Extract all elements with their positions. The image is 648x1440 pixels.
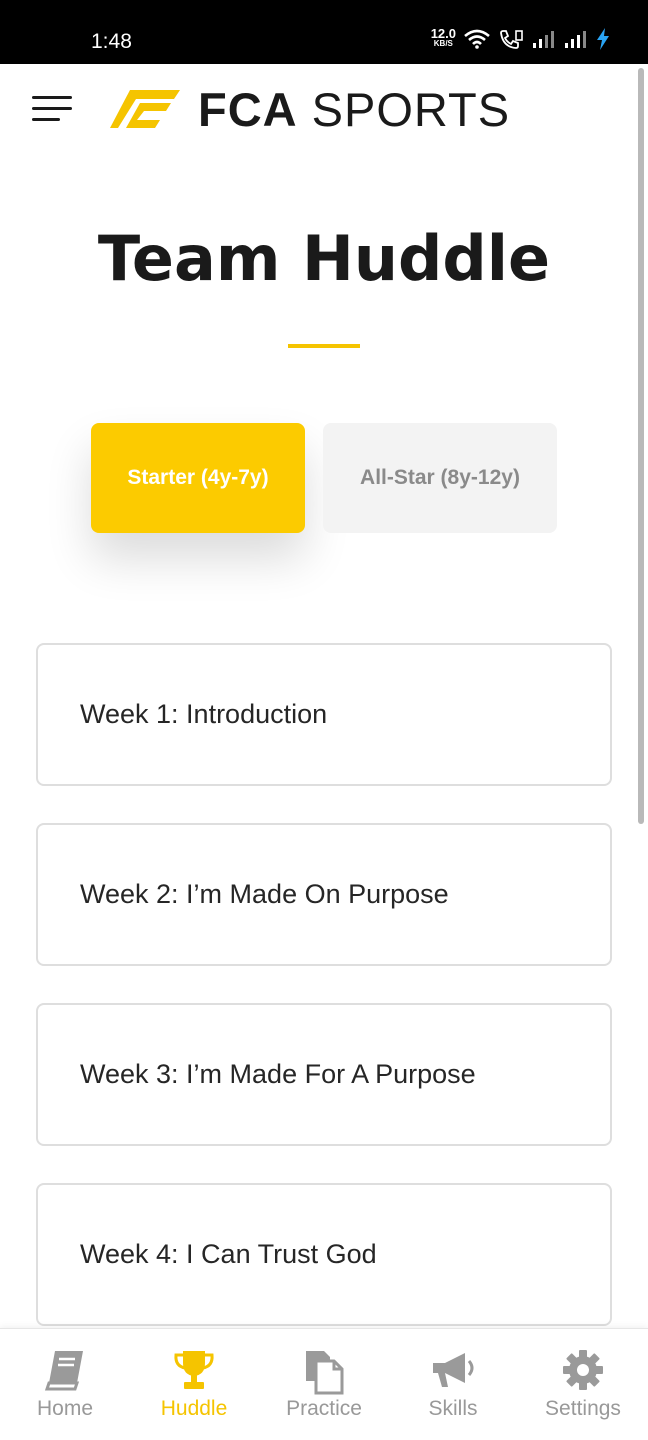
nav-label-practice: Practice: [286, 1397, 362, 1420]
app-header: FCA SPORTS: [0, 64, 648, 156]
network-speed-value: 12.0: [430, 26, 456, 41]
week-label: Week 2: I’m Made On Purpose: [80, 879, 449, 909]
page-title: Team Huddle: [97, 222, 551, 295]
week-label: Week 3: I’m Made For A Purpose: [80, 1059, 476, 1089]
tab-all-star[interactable]: All-Star (8y-12y): [323, 423, 557, 533]
tab-starter[interactable]: Starter (4y-7y): [91, 423, 305, 533]
network-speed-unit: KB/S: [433, 39, 453, 48]
nav-item-home[interactable]: Home: [10, 1329, 120, 1440]
nav-label-huddle: Huddle: [160, 1397, 228, 1420]
megaphone-icon: [433, 1353, 474, 1387]
wifi-icon: [464, 29, 490, 49]
volte-icon: [500, 30, 523, 49]
list-item-week-1[interactable]: Week 1: Introduction: [36, 643, 612, 786]
title-underline: [288, 344, 360, 348]
fca-logo-mark-icon: [110, 90, 180, 128]
gear-icon: [563, 1350, 603, 1390]
scrollbar[interactable]: [638, 68, 644, 824]
logo-text-light: SPORTS: [311, 82, 511, 136]
trophy-icon: [174, 1351, 214, 1389]
bottom-navigation: Home Huddle Practice Skills Settings: [0, 1328, 648, 1440]
nav-item-practice[interactable]: Practice: [269, 1329, 379, 1440]
fca-sports-logo: FCA SPORTS: [110, 82, 510, 137]
signal-icon: [565, 31, 586, 48]
logo-text-bold: FCA: [198, 82, 298, 136]
week-label: Week 4: I Can Trust God: [80, 1239, 377, 1269]
signal-icon: [533, 31, 554, 48]
network-speed: 12.0 KB/S: [430, 26, 456, 49]
nav-label-skills: Skills: [428, 1397, 478, 1420]
status-icons: 12.0 KB/S: [430, 26, 610, 50]
nav-item-huddle[interactable]: Huddle: [139, 1329, 249, 1440]
logo-text: FCA SPORTS: [198, 82, 510, 137]
book-icon: [44, 1351, 83, 1391]
nav-item-settings[interactable]: Settings: [528, 1329, 638, 1440]
status-bar: 1:48 12.0 KB/S: [0, 0, 648, 64]
list-item-week-3[interactable]: Week 3: I’m Made For A Purpose: [36, 1003, 612, 1146]
list-item-week-4[interactable]: Week 4: I Can Trust God: [36, 1183, 612, 1326]
week-label: Week 1: Introduction: [80, 699, 328, 729]
nav-item-skills[interactable]: Skills: [398, 1329, 508, 1440]
nav-label-home: Home: [36, 1397, 94, 1420]
status-time: 1:48: [91, 30, 132, 53]
documents-icon: [306, 1351, 344, 1395]
hamburger-menu-icon[interactable]: [32, 94, 74, 122]
charging-bolt-icon: [597, 28, 609, 50]
list-item-week-2[interactable]: Week 2: I’m Made On Purpose: [36, 823, 612, 966]
nav-label-settings: Settings: [545, 1397, 621, 1420]
